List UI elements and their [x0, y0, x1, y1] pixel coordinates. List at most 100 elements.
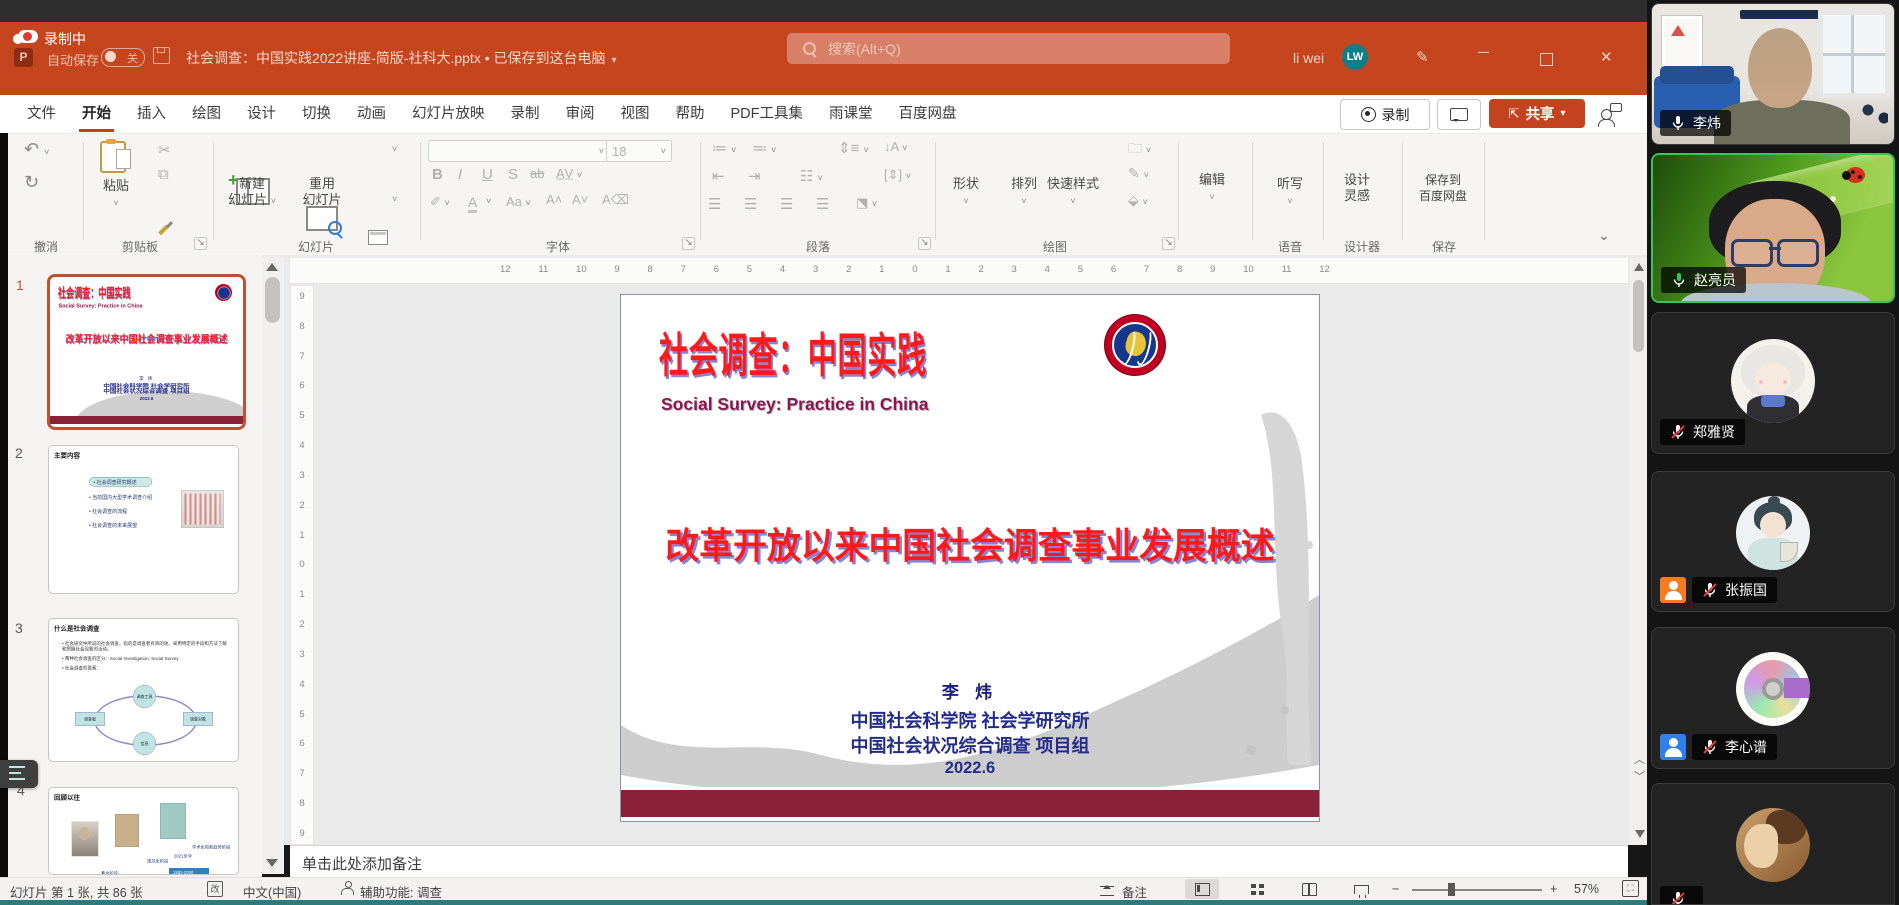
bold-button[interactable]: B — [432, 166, 443, 183]
smartart-button[interactable]: ⬔ ˅ — [856, 195, 877, 211]
font-name-select[interactable]: ˅ — [428, 140, 610, 162]
maximize-button[interactable] — [1540, 53, 1553, 66]
slide-thumbnail-3[interactable]: 什么是社会调查 社会研究中所说的社会调查，指的是调查者有目的地、采用特定的手段和… — [48, 618, 239, 762]
character-spacing-button[interactable]: A̲V̲ ˅ — [556, 166, 582, 181]
shape-outline-button[interactable]: ✎ ˅ — [1128, 165, 1149, 182]
decrease-indent-button[interactable]: ⇤ — [712, 167, 725, 185]
slide-thumbnail-4[interactable]: 回顾以往 奠基阶段 蓄水阶段 规范化阶段 学术化和新趋势阶段 1949年之前 1… — [48, 787, 239, 875]
italic-button[interactable]: I — [458, 166, 462, 183]
slide-canvas[interactable]: 社会调查：中国实践 Social Survey: Practice in Chi… — [620, 294, 1320, 822]
font-dialog-launcher[interactable]: ↘ — [682, 237, 695, 250]
copy-icon[interactable]: ⧉ — [158, 166, 169, 183]
slide-layout-icon[interactable] — [368, 230, 388, 245]
participant-video-liwei[interactable]: 李炜 — [1651, 3, 1895, 145]
save-icon[interactable] — [153, 47, 170, 64]
format-painter-icon[interactable] — [158, 224, 169, 236]
clear-formatting-button[interactable]: A⌫ — [602, 192, 629, 208]
columns-button[interactable]: ☷ ˅ — [800, 167, 823, 185]
strikethrough-button[interactable]: ab — [530, 166, 544, 181]
drawing-dialog-launcher[interactable]: ↘ — [1162, 237, 1175, 250]
search-bar[interactable] — [787, 33, 1230, 64]
shape-fill-button[interactable]: 🗀 ˅ — [1128, 138, 1151, 162]
text-direction-button[interactable]: ↓A ˅ — [884, 139, 907, 154]
thumbnail-scrollbar-thumb[interactable] — [265, 277, 280, 323]
scroll-down-icon[interactable] — [266, 859, 278, 867]
accessibility-status[interactable]: 辅助功能: 调查 — [360, 882, 442, 901]
scroll-up-icon[interactable] — [266, 263, 278, 271]
avatar[interactable]: LW — [1342, 44, 1368, 70]
presenter-coach-icon[interactable] — [1598, 103, 1622, 127]
minimize-button[interactable]: ─ — [1478, 44, 1489, 61]
participant-video-partial[interactable] — [1651, 783, 1895, 905]
align-right-button[interactable]: ☰ — [780, 195, 793, 213]
ribbon-tab-设计[interactable]: 设计 — [234, 97, 289, 132]
line-spacing-button[interactable]: ⇕≡ ˅ — [838, 139, 869, 157]
align-text-button[interactable]: [⇕] ˅ — [884, 167, 911, 183]
zoom-in-button[interactable]: + — [1550, 882, 1557, 896]
zoom-slider-thumb[interactable] — [1448, 883, 1455, 896]
scroll-down-icon[interactable] — [1635, 830, 1645, 838]
zoom-level[interactable]: 57% — [1574, 882, 1599, 896]
design-ideas-button[interactable]: 设计 灵感 — [1334, 172, 1380, 204]
close-button[interactable]: ✕ — [1600, 48, 1613, 66]
ribbon-tab-切换[interactable]: 切换 — [289, 97, 344, 132]
numbering-button[interactable]: ≕ ˅ — [752, 139, 776, 157]
edit-button[interactable]: 编辑 ˅ — [1186, 172, 1238, 205]
notes-placeholder[interactable]: 单击此处添加备注 — [302, 853, 422, 874]
justify-button[interactable]: ☰ — [816, 195, 829, 213]
language-indicator[interactable]: 中文(中国) — [243, 882, 301, 901]
shrink-font-button[interactable]: A˅ — [572, 192, 588, 207]
slide-scrollbar-thumb[interactable] — [1633, 280, 1644, 352]
ribbon-tab-动画[interactable]: 动画 — [344, 97, 399, 132]
zoom-slider-track[interactable] — [1412, 889, 1542, 891]
slide-sorter-view-button[interactable] — [1240, 879, 1274, 899]
document-title[interactable]: 社会调查：中国实践2022讲座-简版-社科大.pptx • 已保存到这台电脑 ▾ — [186, 48, 617, 68]
record-button[interactable]: 录制 — [1340, 99, 1430, 130]
powerpoint-app-icon[interactable]: P — [14, 48, 33, 67]
previous-slide-button[interactable]: ︿ — [1634, 755, 1645, 766]
ribbon-tab-视图[interactable]: 视图 — [608, 97, 663, 132]
ribbon-tab-雨课堂[interactable]: 雨课堂 — [816, 97, 886, 132]
clipboard-dialog-launcher[interactable]: ↘ — [194, 237, 207, 250]
thumbnail-scrollbar[interactable] — [262, 258, 284, 874]
bullets-button[interactable]: ≔ ˅ — [712, 139, 736, 157]
change-case-button[interactable]: Aa ˅ — [506, 194, 531, 209]
participant-video-lixinpu[interactable]: 李心谱 — [1651, 627, 1895, 769]
scroll-up-icon[interactable] — [1634, 263, 1644, 271]
ribbon-tab-绘图[interactable]: 绘图 — [179, 97, 234, 132]
collapse-ribbon-button[interactable]: ⌄ — [1598, 228, 1610, 242]
increase-indent-button[interactable]: ⇥ — [748, 167, 761, 185]
shapes-button[interactable]: 形状 ˅ — [936, 176, 996, 209]
reuse-slides-icon[interactable] — [306, 206, 342, 235]
slide-thumbnail-2[interactable]: 主要内容 社会调查研究概述当前国内大型学术调查介绍社会调查的流程社会调查的未来展… — [48, 445, 239, 594]
reading-view-button[interactable] — [1292, 879, 1326, 899]
align-center-button[interactable]: ☰ — [744, 195, 757, 213]
highlight-color-button[interactable]: ✐ ˅ — [430, 194, 450, 210]
align-left-button[interactable]: ☰ — [708, 195, 721, 213]
ribbon-tab-文件[interactable]: 文件 — [14, 97, 69, 132]
ribbon-tab-百度网盘[interactable]: 百度网盘 — [886, 97, 970, 132]
slide-thumbnail-1[interactable]: 社会调查：中国实践 Social Survey: Practice in Chi… — [47, 274, 246, 430]
share-button[interactable]: ⇱ 共享 ▾ — [1489, 99, 1585, 128]
slideshow-view-button[interactable] — [1344, 879, 1378, 899]
ribbon-tab-审阅[interactable]: 审阅 — [553, 97, 608, 132]
slide-counter[interactable]: 幻灯片 第 1 张, 共 86 张 — [10, 882, 143, 901]
ribbon-tab-开始[interactable]: 开始 — [69, 97, 124, 132]
next-slide-button[interactable]: ﹀ — [1634, 772, 1645, 783]
zoom-out-button[interactable]: − — [1392, 882, 1399, 896]
search-input[interactable] — [826, 39, 1190, 58]
dictate-button[interactable]: 听写 ˅ — [1264, 176, 1316, 209]
paste-icon[interactable] — [100, 139, 131, 173]
notes-toggle-button[interactable]: 备注 — [1122, 882, 1147, 901]
ribbon-tab-pdf工具集[interactable]: PDF工具集 — [718, 97, 817, 132]
comments-button[interactable] — [1437, 99, 1481, 130]
ribbon-tab-录制[interactable]: 录制 — [498, 97, 553, 132]
user-name[interactable]: li wei — [1293, 50, 1324, 66]
proofing-icon[interactable]: 改 — [207, 881, 223, 897]
pen-mode-icon[interactable]: ✎ — [1416, 48, 1429, 66]
normal-view-button[interactable] — [1185, 879, 1219, 899]
font-size-select[interactable]: 18 ˅ — [606, 140, 672, 162]
paragraph-dialog-launcher[interactable]: ↘ — [918, 237, 931, 250]
eraser-button[interactable]: ⬙ ˅ — [1128, 192, 1148, 209]
underline-button[interactable]: U — [482, 166, 493, 183]
